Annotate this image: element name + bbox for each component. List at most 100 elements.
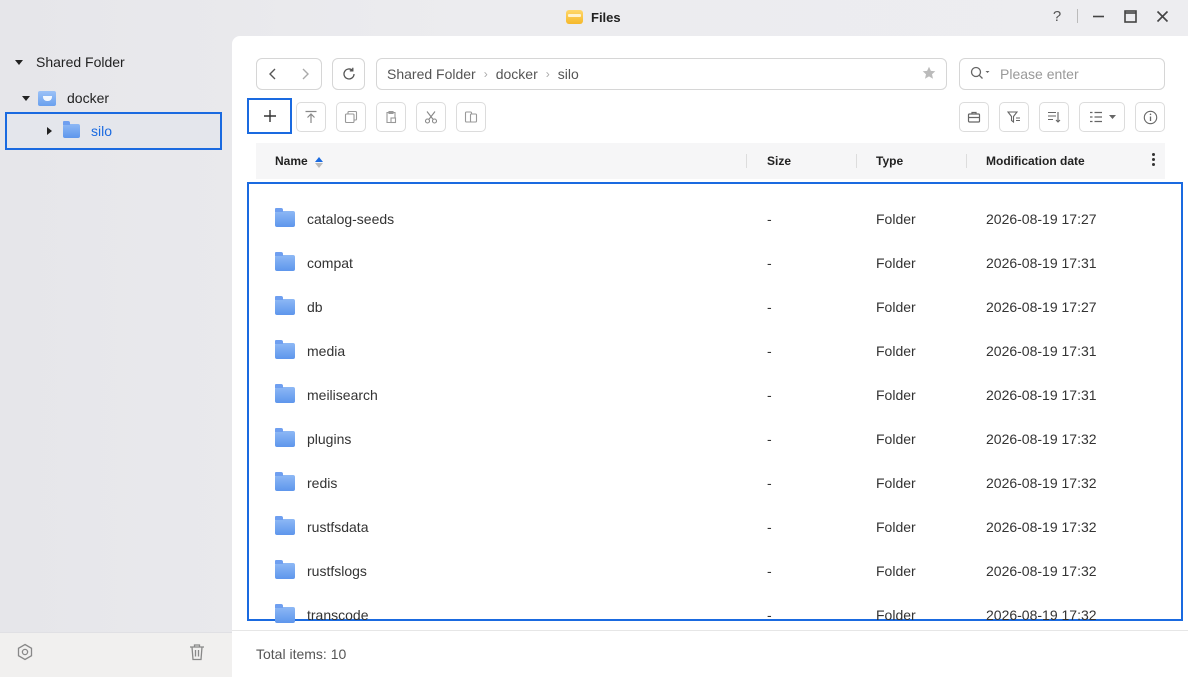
folder-icon	[275, 428, 295, 447]
list-view-icon	[1089, 111, 1102, 123]
file-size: -	[767, 519, 772, 535]
forward-icon[interactable]	[289, 68, 321, 80]
tree-selection-highlight	[5, 112, 222, 150]
file-type: Folder	[876, 387, 916, 403]
file-type: Folder	[876, 211, 916, 227]
file-modified: 2026-08-19 17:31	[986, 387, 1097, 403]
breadcrumb-silo[interactable]: silo	[558, 66, 579, 82]
sort-icon[interactable]	[1039, 102, 1069, 132]
paste-icon[interactable]	[376, 102, 406, 132]
column-divider[interactable]	[746, 154, 747, 168]
table-row[interactable]: rustfslogs - Folder 2026-08-19 17:32	[249, 549, 1181, 593]
move-icon[interactable]	[456, 102, 486, 132]
column-options-icon[interactable]	[1152, 153, 1155, 166]
file-type: Folder	[876, 255, 916, 271]
name-cell: db	[275, 285, 323, 329]
column-divider[interactable]	[966, 154, 967, 168]
table-row[interactable]: meilisearch - Folder 2026-08-19 17:31	[249, 373, 1181, 417]
refresh-icon[interactable]	[332, 58, 365, 90]
column-header-modification-date[interactable]: Modification date	[986, 143, 1085, 179]
files-app-icon	[566, 10, 583, 24]
close-icon[interactable]	[1146, 4, 1178, 28]
file-size: -	[767, 475, 772, 491]
name-cell: meilisearch	[275, 373, 378, 417]
window-controls-divider	[1077, 9, 1078, 23]
toolbox-icon[interactable]	[959, 102, 989, 132]
tree-label-silo: silo	[91, 123, 113, 139]
tree-item-silo[interactable]: silo	[47, 113, 112, 149]
file-name: media	[307, 343, 346, 359]
search-input[interactable]	[1000, 66, 1140, 82]
info-icon[interactable]	[1135, 102, 1165, 132]
file-name: rustfsdata	[307, 519, 369, 535]
history-nav-group	[256, 58, 322, 90]
table-row[interactable]: rustfsdata - Folder 2026-08-19 17:32	[249, 505, 1181, 549]
breadcrumb: Shared Folder › docker › silo	[376, 58, 947, 90]
filter-icon[interactable]	[999, 102, 1029, 132]
search-icon[interactable]	[970, 66, 992, 83]
minimize-icon[interactable]	[1082, 4, 1114, 28]
breadcrumb-separator-icon: ›	[483, 67, 488, 81]
window-controls: ?	[1041, 4, 1178, 28]
column-header-type[interactable]: Type	[876, 143, 903, 179]
folder-icon	[275, 340, 295, 359]
total-items-text: Total items: 10	[256, 646, 347, 662]
folder-icon	[275, 560, 295, 579]
file-name: transcode	[307, 607, 369, 623]
favorite-star-icon[interactable]	[922, 66, 936, 83]
column-header-size[interactable]: Size	[767, 143, 791, 179]
file-name: rustfslogs	[307, 563, 367, 579]
tree-item-docker[interactable]: docker	[22, 80, 109, 116]
table-row[interactable]: db - Folder 2026-08-19 17:27	[249, 285, 1181, 329]
file-name: db	[307, 299, 323, 315]
settings-icon[interactable]	[14, 641, 36, 663]
table-row[interactable]: catalog-seeds - Folder 2026-08-19 17:27	[249, 197, 1181, 241]
breadcrumb-shared-folder[interactable]: Shared Folder	[387, 66, 476, 82]
help-icon[interactable]: ?	[1041, 4, 1073, 28]
file-size: -	[767, 255, 772, 271]
table-row[interactable]: media - Folder 2026-08-19 17:31	[249, 329, 1181, 373]
file-name: redis	[307, 475, 338, 491]
table-row[interactable]: compat - Folder 2026-08-19 17:31	[249, 241, 1181, 285]
tree-item-shared-folder[interactable]: Shared Folder	[15, 44, 125, 80]
chevron-right-icon[interactable]	[47, 127, 52, 135]
column-divider[interactable]	[856, 154, 857, 168]
table-row[interactable]: plugins - Folder 2026-08-19 17:32	[249, 417, 1181, 461]
file-name: compat	[307, 255, 353, 271]
chevron-down-icon[interactable]	[15, 59, 23, 65]
name-cell: media	[275, 329, 345, 373]
folder-icon	[275, 472, 295, 491]
back-icon[interactable]	[257, 68, 289, 80]
column-header-name[interactable]: Name	[275, 143, 323, 179]
table-header: Name Size Type Modification date	[256, 143, 1165, 179]
file-size: -	[767, 431, 772, 447]
tree-label-shared-folder: Shared Folder	[36, 54, 125, 70]
file-size: -	[767, 387, 772, 403]
name-cell: rustfsdata	[275, 505, 368, 549]
file-name: meilisearch	[307, 387, 378, 403]
copy-icon[interactable]	[336, 102, 366, 132]
table-row[interactable]: redis - Folder 2026-08-19 17:32	[249, 461, 1181, 505]
view-mode-button[interactable]	[1079, 102, 1125, 132]
maximize-icon[interactable]	[1114, 4, 1146, 28]
upload-icon[interactable]	[296, 102, 326, 132]
file-name: plugins	[307, 431, 352, 447]
file-modified: 2026-08-19 17:31	[986, 255, 1097, 271]
file-type: Folder	[876, 343, 916, 359]
chevron-down-icon[interactable]	[22, 95, 30, 101]
file-modified: 2026-08-19 17:27	[986, 211, 1097, 227]
file-modified: 2026-08-19 17:32	[986, 563, 1097, 579]
docker-share-icon	[38, 90, 56, 106]
trash-icon[interactable]	[186, 641, 208, 663]
search-box	[959, 58, 1165, 90]
breadcrumb-docker[interactable]: docker	[496, 66, 538, 82]
file-modified: 2026-08-19 17:32	[986, 519, 1097, 535]
file-size: -	[767, 299, 772, 315]
file-size: -	[767, 563, 772, 579]
cut-icon[interactable]	[416, 102, 446, 132]
folder-icon	[275, 516, 295, 535]
new-button[interactable]	[247, 98, 292, 134]
name-cell: catalog-seeds	[275, 197, 394, 241]
sidebar-footer	[0, 632, 232, 677]
breadcrumb-separator-icon: ›	[545, 67, 550, 81]
